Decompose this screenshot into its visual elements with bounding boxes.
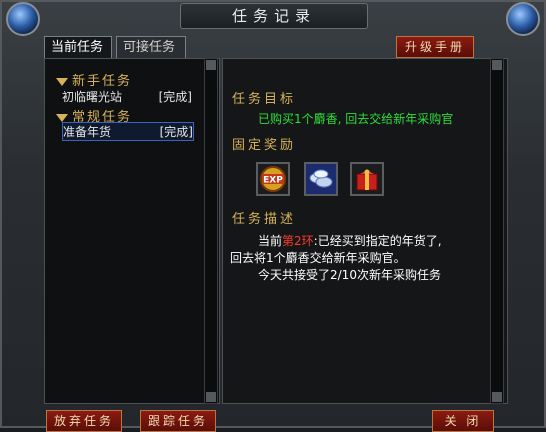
category-newbie[interactable]: 新手任务 [56, 70, 132, 89]
expand-triangle-icon [56, 113, 68, 122]
window-title: 任务记录 [180, 3, 368, 29]
ring-number: 第2环 [282, 234, 314, 248]
goal-text: 已购买1个麝香, 回去交给新年采购官 [258, 112, 454, 126]
quest-status: [完成] [158, 90, 192, 104]
description-prefix: 当前 [258, 234, 283, 248]
description-line-1-rest: :已经买到指定的年货了, [313, 234, 442, 248]
abandon-quest-button[interactable]: 放弃任务 [46, 410, 122, 432]
tab-available-quests[interactable]: 可接任务 [116, 36, 186, 58]
quest-status: [完成] [159, 125, 193, 139]
track-quest-button[interactable]: 跟踪任务 [140, 410, 216, 432]
description-heading: 任务描述 [232, 212, 297, 227]
exp-icon[interactable]: EXP [256, 162, 290, 196]
left-corner-orb-icon [6, 2, 40, 36]
quest-item[interactable]: 初临曙光站 [完成] [62, 88, 192, 105]
scroll-down-icon[interactable] [206, 392, 216, 402]
scroll-up-icon[interactable] [492, 60, 502, 70]
gift-box-icon[interactable] [350, 162, 384, 196]
close-button[interactable]: 关 闭 [432, 410, 494, 432]
quest-item-selected[interactable]: 准备年货 [完成] [62, 122, 194, 141]
svg-text:EXP: EXP [263, 176, 283, 186]
detail-scrollbar[interactable] [490, 58, 504, 404]
scroll-up-icon[interactable] [206, 60, 216, 70]
scroll-down-icon[interactable] [492, 392, 502, 402]
goal-heading: 任务目标 [232, 92, 297, 107]
category-label: 新手任务 [72, 74, 133, 89]
quest-name: 初临曙光站 [62, 90, 123, 104]
silver-coins-icon[interactable] [304, 162, 338, 196]
right-corner-orb-icon [506, 2, 540, 36]
quest-name: 准备年货 [63, 125, 112, 139]
description-line-3: 今天共接受了2/10次新年采购任务 [258, 268, 441, 282]
description-line-1: 当前第2环:已经买到指定的年货了, [258, 232, 442, 249]
expand-triangle-icon [56, 77, 68, 86]
reward-heading: 固定奖励 [232, 138, 297, 153]
description-line-2: 回去将1个麝香交给新年采购官。 [230, 251, 406, 265]
upgrade-manual-button[interactable]: 升级手册 [396, 36, 474, 58]
quest-list-scrollbar[interactable] [204, 58, 218, 404]
tab-current-quests[interactable]: 当前任务 [44, 36, 112, 58]
